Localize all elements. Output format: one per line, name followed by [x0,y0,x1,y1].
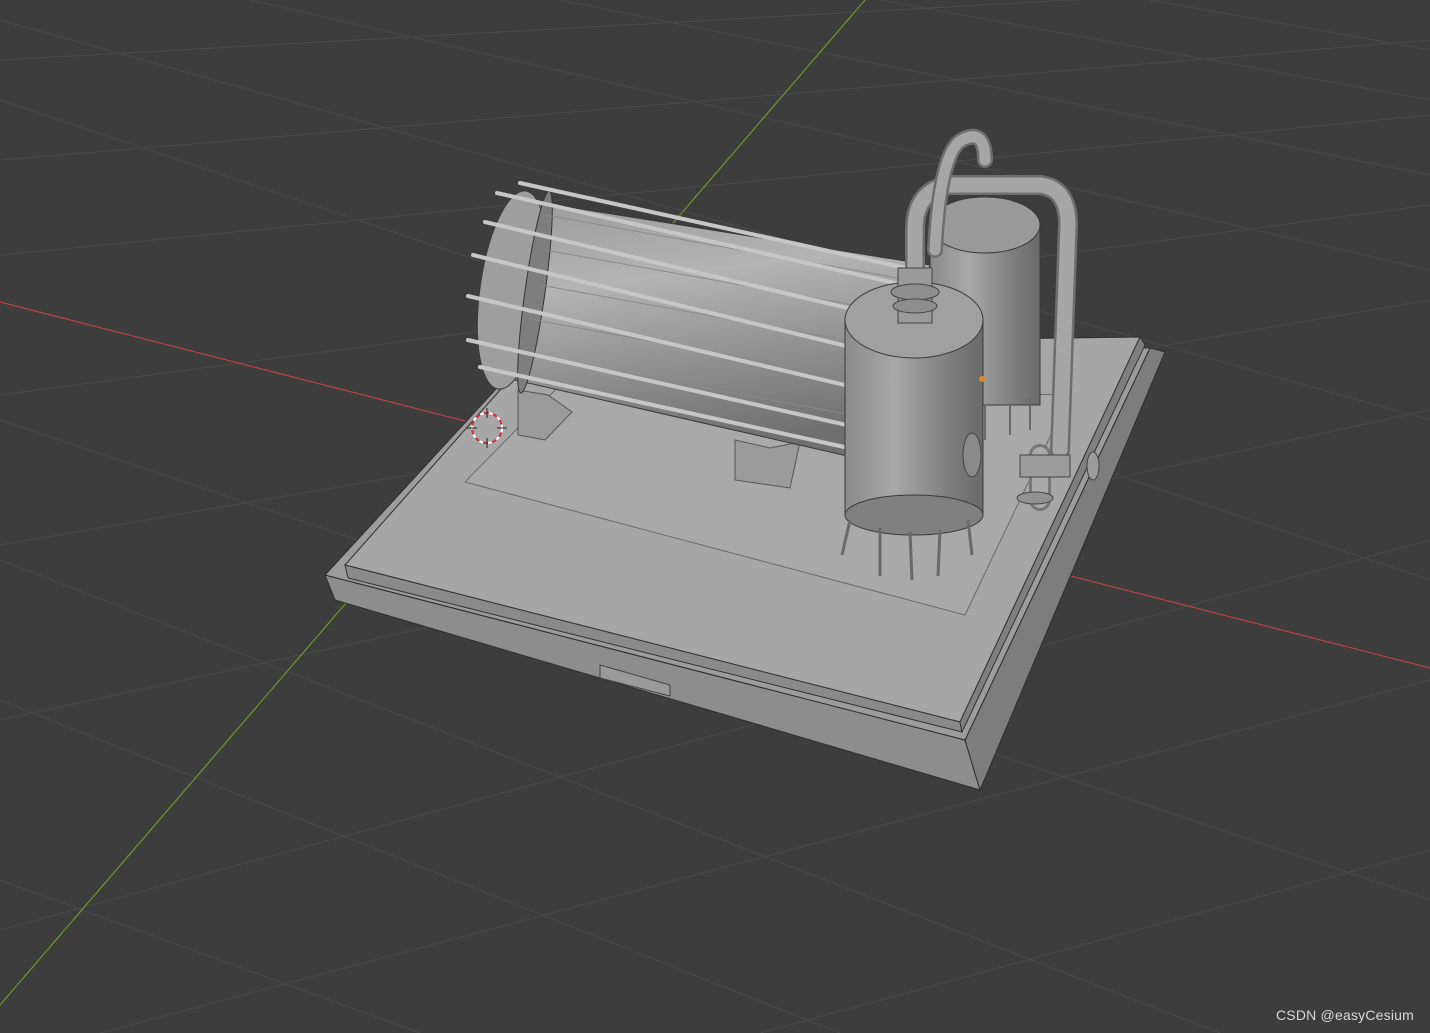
3d-viewport[interactable]: CSDN @easyCesium [0,0,1430,1033]
origin-dot-icon[interactable] [979,376,985,382]
viewport-scene[interactable] [0,0,1430,1033]
watermark-text: CSDN @easyCesium [1276,1007,1414,1023]
